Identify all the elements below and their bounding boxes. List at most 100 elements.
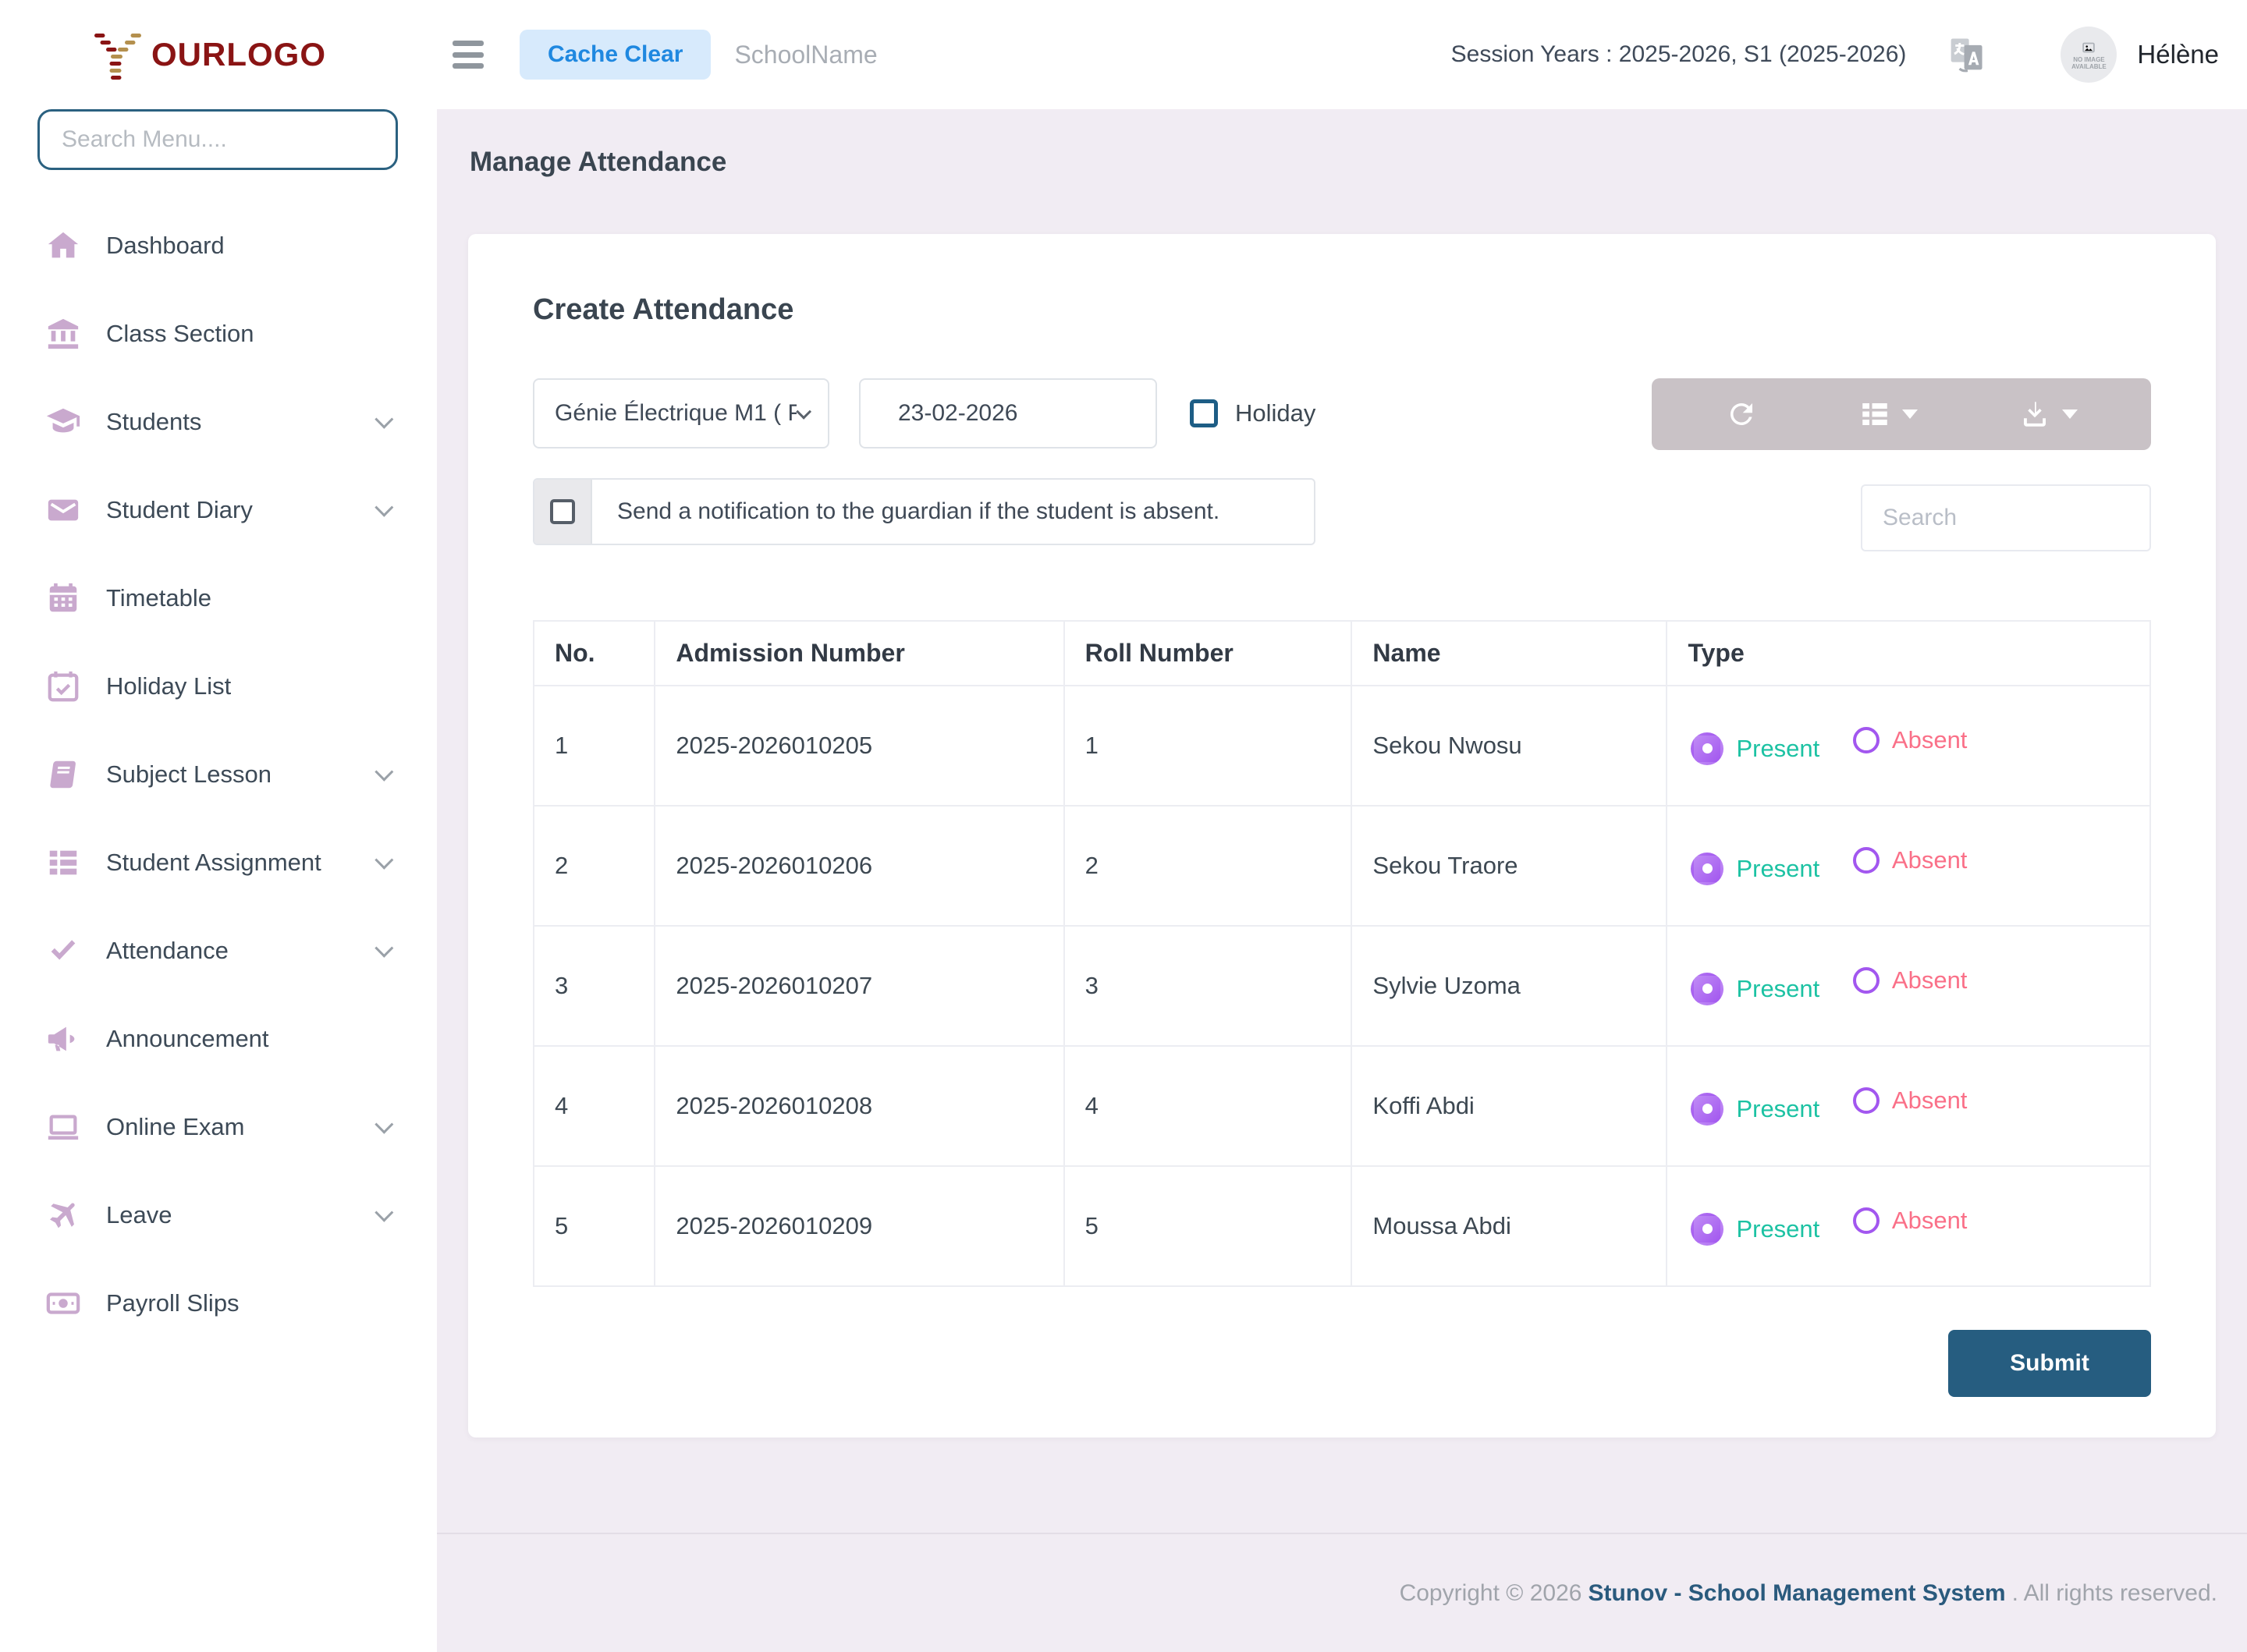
cell-roll-number: 2 <box>1064 806 1352 926</box>
holiday-checkbox-group[interactable]: Holiday <box>1190 399 1315 427</box>
graduation-cap-icon <box>45 404 84 440</box>
sidebar-item[interactable]: Attendance <box>0 906 437 994</box>
sidebar-item[interactable]: Class Section <box>0 289 437 378</box>
chevron-down-icon <box>374 410 393 429</box>
sidebar-item[interactable]: Announcement <box>0 994 437 1083</box>
cell-student-name: Moussa Abdi <box>1351 1166 1667 1286</box>
chevron-down-icon <box>374 1115 393 1134</box>
sidebar-item[interactable]: Timetable <box>0 554 437 642</box>
app-logo[interactable]: OURLOGO <box>0 30 437 80</box>
absent-radio[interactable] <box>1853 967 1880 994</box>
book-icon <box>45 757 84 792</box>
sidebar-item[interactable]: Subject Lesson <box>0 730 437 818</box>
school-name-label: SchoolName <box>734 41 877 69</box>
sidebar-item-label: Subject Lesson <box>106 760 375 789</box>
sidebar-item-label: Attendance <box>106 937 375 965</box>
class-select-value: Génie Électrique M1 ( Pô <box>555 400 797 427</box>
content-area: Manage Attendance Create Attendance Géni… <box>437 109 2247 1533</box>
table-header-row: No. Admission Number Roll Number Name Ty… <box>534 621 2150 686</box>
refresh-button[interactable] <box>1725 398 1758 431</box>
sidebar-item[interactable]: Leave <box>0 1171 437 1259</box>
refresh-icon <box>1725 398 1758 431</box>
sidebar-item-label: Announcement <box>106 1025 375 1053</box>
cell-admission-number: 2025-2026010209 <box>655 1166 1063 1286</box>
sidebar-item[interactable]: Student Assignment <box>0 818 437 906</box>
cell-type: Present Absent <box>1667 1166 2150 1286</box>
absent-radio[interactable] <box>1853 1207 1880 1234</box>
table-search-input[interactable] <box>1861 484 2151 551</box>
laptop-icon <box>45 1109 84 1145</box>
calendar-check-icon <box>45 668 84 704</box>
sidebar-nav: Dashboard Class Section Students <box>0 201 437 1347</box>
absent-option[interactable]: Absent <box>1853 846 1968 874</box>
notify-checkbox[interactable] <box>550 499 575 524</box>
caret-down-icon <box>1902 409 1918 419</box>
user-name[interactable]: Hélène <box>2137 40 2219 69</box>
caret-down-icon <box>2062 409 2078 419</box>
present-option[interactable]: Present <box>1691 973 1819 1005</box>
sidebar-item[interactable]: Students <box>0 378 437 466</box>
sidebar-search-input[interactable] <box>37 109 398 170</box>
cell-admission-number: 2025-2026010206 <box>655 806 1063 926</box>
menu-toggle-button[interactable] <box>453 41 484 69</box>
absent-radio[interactable] <box>1853 847 1880 874</box>
column-header-roll: Roll Number <box>1064 621 1352 686</box>
sidebar-item[interactable]: Student Diary <box>0 466 437 554</box>
sidebar-item-label: Leave <box>106 1201 375 1229</box>
sidebar-item-label: Student Diary <box>106 496 375 524</box>
present-radio[interactable] <box>1691 973 1723 1005</box>
columns-button[interactable] <box>1858 398 1918 431</box>
absent-radio[interactable] <box>1853 1087 1880 1114</box>
present-option[interactable]: Present <box>1691 1093 1819 1126</box>
cell-no: 3 <box>534 926 655 1046</box>
logo-y-icon <box>92 29 144 80</box>
absent-option[interactable]: Absent <box>1853 726 1968 754</box>
select-chevron-icon <box>796 404 811 420</box>
language-switch-icon[interactable] <box>1943 32 1989 77</box>
holiday-checkbox[interactable] <box>1190 399 1218 427</box>
list-icon <box>45 845 84 881</box>
export-button[interactable] <box>2018 398 2078 431</box>
submit-button[interactable]: Submit <box>1948 1330 2151 1397</box>
date-input[interactable] <box>859 378 1157 448</box>
cell-type: Present Absent <box>1667 686 2150 806</box>
present-radio[interactable] <box>1691 732 1723 765</box>
cell-admission-number: 2025-2026010208 <box>655 1046 1063 1166</box>
present-option[interactable]: Present <box>1691 853 1819 885</box>
absent-option[interactable]: Absent <box>1853 1207 1968 1235</box>
cache-clear-button[interactable]: Cache Clear <box>520 30 711 80</box>
present-option[interactable]: Present <box>1691 1213 1819 1246</box>
sidebar-item[interactable]: Online Exam <box>0 1083 437 1171</box>
main-column: Cache Clear SchoolName Session Years : 2… <box>437 0 2247 1652</box>
bank-icon <box>45 316 84 352</box>
product-link[interactable]: Stunov - School Management System <box>1588 1580 2005 1607</box>
home-icon <box>45 228 84 264</box>
copyright-prefix: Copyright © 2026 <box>1400 1580 1582 1607</box>
present-label: Present <box>1736 975 1819 1003</box>
page-title: Manage Attendance <box>468 147 2216 178</box>
column-header-no: No. <box>534 621 655 686</box>
avatar[interactable]: NO IMAGE AVAILABLE <box>2061 27 2117 83</box>
holiday-label: Holiday <box>1235 399 1315 427</box>
present-radio[interactable] <box>1691 1213 1723 1246</box>
present-radio[interactable] <box>1691 853 1723 885</box>
chevron-down-icon <box>374 939 393 958</box>
student-row: 4 2025-2026010208 4 Koffi Abdi Present <box>534 1046 2150 1166</box>
attendance-table: No. Admission Number Roll Number Name Ty… <box>533 620 2151 1287</box>
present-option[interactable]: Present <box>1691 732 1819 765</box>
absent-radio[interactable] <box>1853 727 1880 753</box>
present-radio[interactable] <box>1691 1093 1723 1126</box>
class-select[interactable]: Génie Électrique M1 ( Pô <box>533 378 829 448</box>
absent-label: Absent <box>1892 1087 1968 1115</box>
column-header-admission: Admission Number <box>655 621 1063 686</box>
cell-roll-number: 5 <box>1064 1166 1352 1286</box>
absent-option[interactable]: Absent <box>1853 1087 1968 1115</box>
sidebar-item[interactable]: Holiday List <box>0 642 437 730</box>
chevron-down-icon <box>374 498 393 517</box>
megaphone-icon <box>45 1021 84 1057</box>
absent-option[interactable]: Absent <box>1853 966 1968 994</box>
avatar-placeholder-text: NO IMAGE AVAILABLE <box>2066 56 2111 70</box>
sidebar-item[interactable]: Dashboard <box>0 201 437 289</box>
card-title: Create Attendance <box>533 293 2151 327</box>
sidebar-item[interactable]: Payroll Slips <box>0 1259 437 1347</box>
